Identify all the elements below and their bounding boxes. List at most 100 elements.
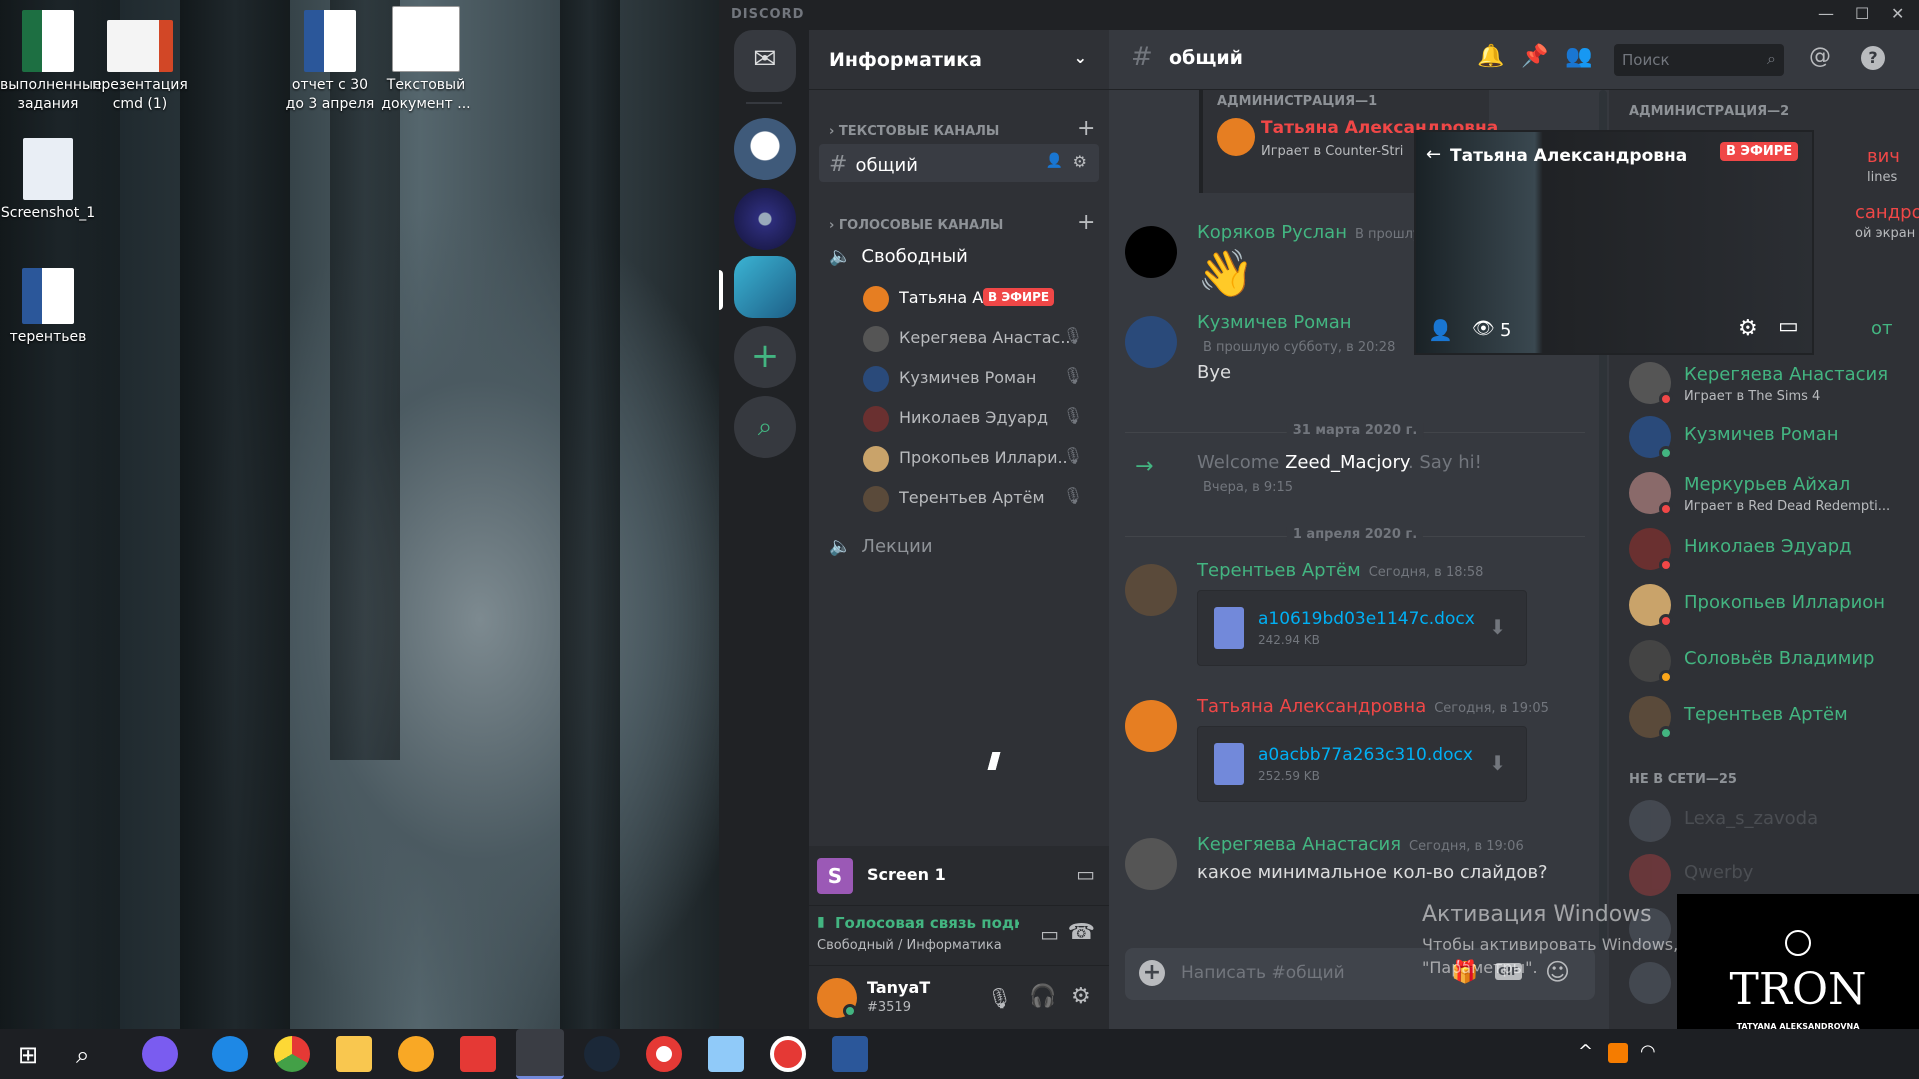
wifi-icon[interactable]: ◠ [1640, 1041, 1656, 1062]
browser-icon[interactable] [398, 1036, 434, 1072]
invite-icon[interactable]: 👤 [1046, 153, 1063, 169]
server-tunnel-icon[interactable] [734, 188, 796, 250]
explore-servers-icon[interactable]: ⌕ [734, 396, 796, 458]
chrome-icon[interactable] [274, 1036, 310, 1072]
avatar [863, 486, 889, 512]
gif-icon[interactable]: GIF [1495, 963, 1522, 980]
help-icon[interactable]: ? [1861, 46, 1885, 70]
message: Татьяна Александровна Сегодня, в 19:05 a0… [1125, 696, 1595, 816]
stream-popout[interactable]: ← Татьяна Александровна В ЭФИРЕ 👤 👁 5 ⚙ … [1414, 130, 1814, 355]
members-icon[interactable]: 👥 [1565, 44, 1592, 69]
desktop-icon-text-doc[interactable]: Текстовый документ ... [378, 6, 474, 114]
bell-icon[interactable]: 🔔 [1477, 44, 1504, 69]
voice-status[interactable]: Голосовая связь подкл [835, 914, 1019, 932]
server-informatika-icon[interactable] [734, 256, 796, 318]
voice-user-terentiev[interactable]: Терентьев Артём 🎙 [859, 480, 1091, 516]
avatar [863, 326, 889, 352]
tray-chevron-icon[interactable]: ^ [1578, 1041, 1593, 1062]
back-arrow-icon[interactable]: ← [1426, 144, 1441, 165]
headphones-icon[interactable]: 🎧 [1029, 984, 1056, 1009]
voice-channel-free[interactable]: 🔈 Свободный [819, 240, 1099, 276]
avatar [1217, 118, 1255, 156]
member-terentiev[interactable]: Терентьев Артём [1629, 692, 1919, 742]
member-nikolaev[interactable]: Николаев Эдуард [1629, 524, 1919, 574]
search-input[interactable]: Поиск ⌕ [1614, 44, 1784, 76]
disconnect-icon[interactable]: ☎ [1068, 920, 1095, 945]
desktop-icon-presentation[interactable]: презентация cmd (1) [92, 20, 188, 114]
stream-settings-icon[interactable]: ⚙ [1738, 316, 1758, 341]
taskbar: ⊞ ⌕ ^ ◠ [0, 1029, 1919, 1079]
search-icon[interactable]: ⌕ [76, 1041, 89, 1069]
add-text-channel-icon[interactable]: + [1077, 116, 1095, 141]
voice-user-prokopiev[interactable]: Прокопьев Иллари... 🎙 [859, 440, 1091, 476]
gift-icon[interactable]: 🎁 [1451, 960, 1478, 985]
speaker-icon: 🔈 [829, 246, 852, 267]
file-explorer-icon[interactable] [336, 1036, 372, 1072]
chevron-down-icon: ⌄ [1073, 48, 1087, 67]
chevron-icon: › [829, 218, 835, 233]
screen-share-icon[interactable]: ▭ [1040, 922, 1059, 946]
voice-user-tatyana[interactable]: Татьяна Ал... В ЭФИРЕ [859, 280, 1091, 316]
emoji-icon[interactable]: ☺ [1545, 958, 1570, 986]
maximize-icon[interactable]: ☐ [1855, 4, 1869, 23]
mentions-icon[interactable]: @ [1809, 44, 1831, 69]
obs-record-icon[interactable] [770, 1036, 806, 1072]
member-offline[interactable]: Lexa_s_zavoda [1629, 796, 1919, 846]
avatar[interactable] [1125, 838, 1177, 890]
member-prokopiev[interactable]: Прокопьев Илларион [1629, 580, 1919, 630]
add-server-icon[interactable]: + [734, 326, 796, 388]
server-name: Информатика [829, 49, 982, 71]
channel-general[interactable]: # общий 👤 ⚙ [819, 144, 1099, 182]
member-kuzmichev[interactable]: Кузмичев Роман [1629, 412, 1919, 462]
member-merkuriev[interactable]: Меркурьев Айхал Играет в Red Dead Redemp… [1629, 468, 1919, 518]
avatar [863, 446, 889, 472]
server-robot-icon[interactable] [734, 118, 796, 180]
cortana-icon[interactable] [142, 1036, 178, 1072]
edge-icon[interactable] [212, 1036, 248, 1072]
microphone-icon[interactable]: 🎙 [987, 986, 1012, 1010]
voice-user-nikolaev[interactable]: Николаев Эдуард 🎙 [859, 400, 1091, 436]
popout-screen-icon[interactable]: ▭ [1778, 314, 1799, 339]
voice-channel-lectures[interactable]: 🔈 Лекции [819, 530, 1099, 566]
gear-icon[interactable]: ⚙ [1073, 152, 1087, 171]
mic-muted-icon: 🎙 [1062, 486, 1083, 505]
attach-plus-icon[interactable]: + [1139, 960, 1165, 986]
stop-stream-icon[interactable]: ▭ [1076, 862, 1095, 886]
server-header[interactable]: Информатика ⌄ [809, 30, 1109, 90]
desktop-icon-word-report[interactable]: отчет с 30 до 3 апреля [282, 10, 378, 114]
voice-user-kuzmichev[interactable]: Кузмичев Роман 🎙 [859, 360, 1091, 396]
avatar[interactable] [1125, 700, 1177, 752]
avatar[interactable] [1125, 316, 1177, 368]
voice-channels-category[interactable]: › ГОЛОСОВЫЕ КАНАЛЫ [829, 218, 1003, 233]
avatar[interactable] [1125, 564, 1177, 616]
desktop-icon-word-terentiev[interactable]: терентьев [0, 268, 96, 347]
member-keregyaeva[interactable]: Керегяева Анастасия Играет в The Sims 4 [1629, 358, 1919, 408]
steam-icon[interactable] [584, 1036, 620, 1072]
home-icon[interactable]: ✉ [734, 30, 796, 92]
voice-location[interactable]: Свободный / Информатика [817, 938, 1002, 953]
settings-gear-icon[interactable]: ⚙ [1071, 984, 1091, 1009]
pin-icon[interactable]: 📌 [1521, 44, 1548, 69]
member-offline[interactable]: Qwerby [1629, 850, 1919, 900]
add-voice-channel-icon[interactable]: + [1077, 210, 1095, 235]
member-soloviev[interactable]: Соловьёв Владимир [1629, 636, 1919, 686]
download-icon[interactable]: ⬇ [1489, 751, 1506, 775]
avatar[interactable] [1125, 226, 1177, 278]
signal-icon: ▮ [817, 914, 825, 930]
add-user-icon[interactable]: 👤 [1428, 318, 1453, 342]
windows-start-icon[interactable]: ⊞ [18, 1041, 38, 1069]
word-taskbar-icon[interactable] [832, 1036, 868, 1072]
message-input[interactable]: + Написать #общий 🎁 GIF ☺ [1125, 948, 1595, 1000]
minimize-icon[interactable]: — [1818, 4, 1834, 23]
tray-app-icon[interactable] [1608, 1043, 1628, 1063]
discord-taskbar-icon[interactable] [516, 1029, 564, 1079]
voice-user-keregyaeva[interactable]: Кeрегяева Анастас... 🎙 [859, 320, 1091, 356]
download-icon[interactable]: ⬇ [1489, 615, 1506, 639]
close-icon[interactable]: ✕ [1891, 4, 1904, 23]
yandex-icon[interactable] [460, 1036, 496, 1072]
text-channels-category[interactable]: › ТЕКСТОВЫЕ КАНАЛЫ [829, 124, 999, 139]
desktop-icon-screenshot[interactable]: Screenshot_1 [0, 138, 96, 223]
record-icon[interactable] [646, 1036, 682, 1072]
notes-app-icon[interactable] [708, 1036, 744, 1072]
desktop-icon-excel[interactable]: выполненные задания [0, 10, 102, 114]
